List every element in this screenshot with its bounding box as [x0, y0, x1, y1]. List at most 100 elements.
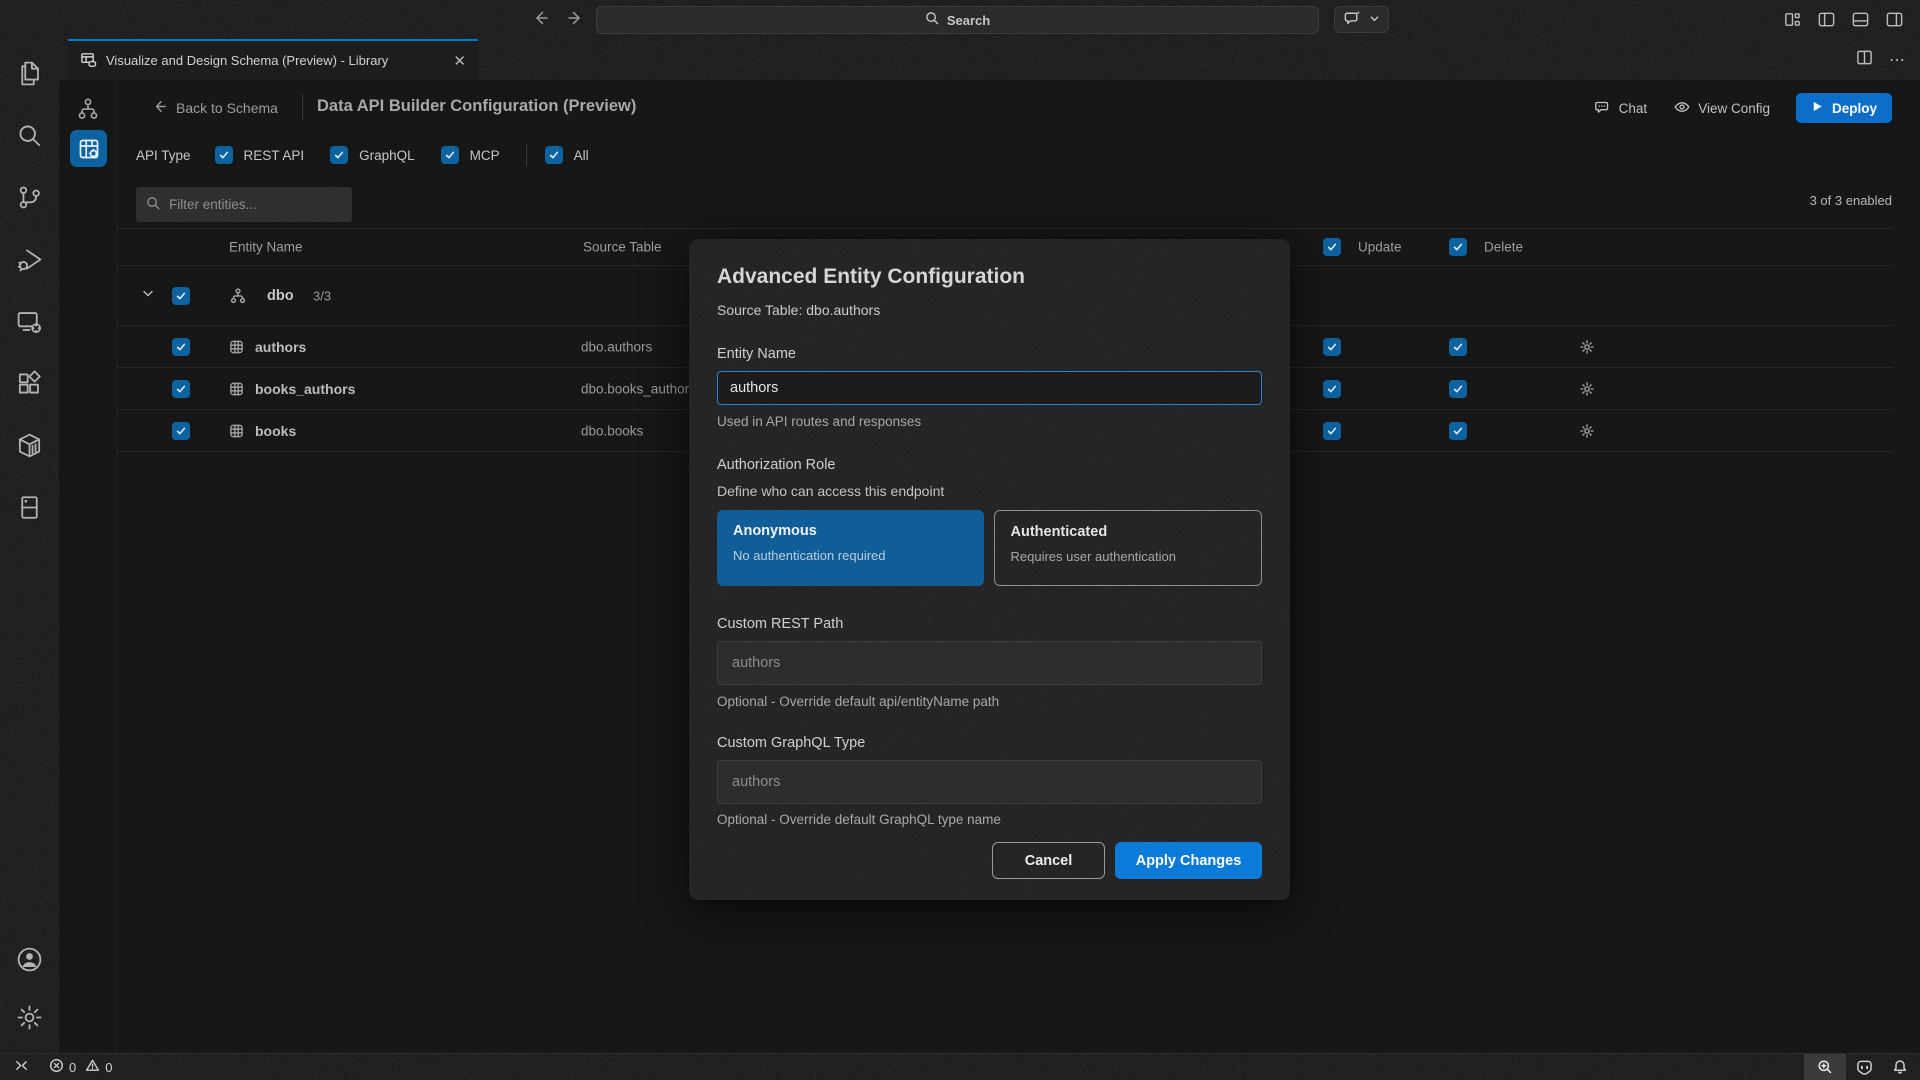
chevron-down-icon[interactable]	[141, 286, 155, 305]
row-checkbox[interactable]	[172, 338, 190, 356]
search-icon	[146, 196, 161, 214]
schema-visualize-icon[interactable]	[73, 94, 103, 124]
more-actions-icon[interactable]: ⋯	[1889, 50, 1906, 70]
errors-status[interactable]: 0	[49, 1058, 76, 1076]
header-update-checkbox[interactable]	[1323, 238, 1341, 256]
remote-explorer-icon[interactable]	[15, 307, 44, 341]
custom-graphql-type-input[interactable]	[717, 760, 1262, 804]
graphql-label: GraphQL	[359, 148, 415, 163]
row-checkbox[interactable]	[172, 422, 190, 440]
schema-designer-icon	[80, 51, 97, 71]
tab-visualize-design-schema[interactable]: Visualize and Design Schema (Preview) - …	[68, 39, 478, 80]
apply-changes-button[interactable]: Apply Changes	[1115, 842, 1262, 879]
role-authenticated-card[interactable]: Authenticated Requires user authenticati…	[994, 510, 1263, 586]
back-to-schema-button[interactable]: Back to Schema	[151, 98, 278, 118]
zoom-status-button[interactable]	[1804, 1054, 1846, 1080]
mcp-checkbox[interactable]	[441, 146, 459, 164]
history-forward-button[interactable]	[566, 8, 586, 33]
error-count: 0	[69, 1060, 76, 1075]
gear-icon[interactable]	[1579, 339, 1595, 355]
delete-checkbox[interactable]	[1449, 380, 1467, 398]
history-back-button[interactable]	[530, 8, 550, 33]
api-type-option-all[interactable]: All	[545, 146, 589, 164]
remote-indicator-icon[interactable]	[13, 1057, 30, 1077]
delete-checkbox[interactable]	[1449, 422, 1467, 440]
delete-checkbox[interactable]	[1449, 338, 1467, 356]
all-label: All	[574, 148, 589, 163]
role-anonymous-desc: No authentication required	[733, 548, 968, 563]
group-checkbox[interactable]	[172, 287, 190, 305]
filter-placeholder: Filter entities...	[169, 197, 257, 212]
account-icon[interactable]	[15, 945, 44, 979]
group-name: dbo	[267, 288, 294, 304]
api-type-option-graphql[interactable]: GraphQL	[330, 146, 415, 164]
custom-rest-path-hint: Optional - Override default api/entityNa…	[717, 694, 1260, 709]
update-checkbox[interactable]	[1323, 422, 1341, 440]
all-checkbox[interactable]	[545, 146, 563, 164]
toggle-secondary-sidebar-icon[interactable]	[1885, 10, 1904, 34]
containers-icon[interactable]	[15, 431, 44, 465]
header-source-table: Source Table	[583, 240, 662, 255]
back-label: Back to Schema	[176, 100, 278, 116]
entity-name: authors	[255, 339, 306, 355]
chat-button[interactable]: Chat	[1594, 98, 1648, 119]
copilot-status-icon[interactable]	[1846, 1054, 1882, 1080]
entity-name-input[interactable]	[717, 371, 1262, 405]
update-checkbox[interactable]	[1323, 338, 1341, 356]
gear-icon[interactable]	[1579, 381, 1595, 397]
source-control-icon[interactable]	[15, 183, 44, 217]
custom-graphql-type-label: Custom GraphQL Type	[717, 735, 1260, 751]
role-anonymous-card[interactable]: Anonymous No authentication required	[717, 510, 984, 586]
entity-source: dbo.books	[581, 423, 643, 438]
api-type-separator	[526, 144, 527, 166]
api-type-label: API Type	[136, 148, 191, 163]
toggle-panel-icon[interactable]	[1851, 10, 1870, 34]
split-editor-icon[interactable]	[1856, 49, 1873, 71]
api-type-option-rest[interactable]: REST API	[215, 146, 305, 164]
entity-name-label: Entity Name	[717, 346, 1260, 362]
explorer-icon[interactable]	[15, 59, 44, 93]
chat-icon	[1594, 98, 1612, 119]
error-icon	[49, 1058, 64, 1076]
table-config-icon[interactable]	[70, 130, 107, 167]
tab-title: Visualize and Design Schema (Preview) - …	[106, 53, 388, 68]
search-view-icon[interactable]	[15, 121, 44, 155]
deploy-button[interactable]: Deploy	[1796, 93, 1892, 123]
run-debug-icon[interactable]	[15, 245, 44, 279]
rest-api-label: REST API	[244, 148, 305, 163]
close-icon[interactable]: ✕	[453, 52, 466, 70]
bell-icon[interactable]	[1882, 1054, 1918, 1080]
header-divider	[302, 94, 303, 120]
cancel-button[interactable]: Cancel	[992, 842, 1105, 879]
custom-graphql-type-hint: Optional - Override default GraphQL type…	[717, 812, 1260, 827]
copilot-chat-button[interactable]	[1334, 6, 1389, 33]
graphql-checkbox[interactable]	[330, 146, 348, 164]
activity-bar	[0, 39, 58, 1053]
titlebar: Search	[0, 0, 1920, 39]
entity-source: dbo.authors	[581, 339, 652, 354]
header-entity-name: Entity Name	[229, 240, 303, 255]
row-checkbox[interactable]	[172, 380, 190, 398]
header-delete-label: Delete	[1484, 240, 1523, 255]
toggle-primary-sidebar-icon[interactable]	[1817, 10, 1836, 34]
view-config-button[interactable]: View Config	[1673, 98, 1770, 119]
view-config-label: View Config	[1698, 101, 1770, 116]
header-delete-checkbox[interactable]	[1449, 238, 1467, 256]
filter-entities-input[interactable]: Filter entities...	[136, 187, 352, 222]
mcp-label: MCP	[470, 148, 500, 163]
rest-api-checkbox[interactable]	[215, 146, 233, 164]
api-type-option-mcp[interactable]: MCP	[441, 146, 500, 164]
custom-rest-path-input[interactable]	[717, 641, 1262, 685]
warnings-status[interactable]: 0	[85, 1058, 112, 1076]
customize-layout-icon[interactable]	[1783, 10, 1802, 34]
command-center-search[interactable]: Search	[596, 6, 1319, 34]
database-icon[interactable]	[15, 493, 44, 527]
api-type-filter-row: API Type REST API GraphQL MCP All	[136, 142, 603, 168]
gear-icon[interactable]	[1579, 423, 1595, 439]
settings-gear-icon[interactable]	[15, 1003, 44, 1037]
update-checkbox[interactable]	[1323, 380, 1341, 398]
page-title: Data API Builder Configuration (Preview)	[317, 97, 636, 116]
enabled-count: 3 of 3 enabled	[1810, 193, 1892, 208]
page-header: Back to Schema Data API Builder Configur…	[117, 80, 1920, 136]
extensions-icon[interactable]	[15, 369, 44, 403]
